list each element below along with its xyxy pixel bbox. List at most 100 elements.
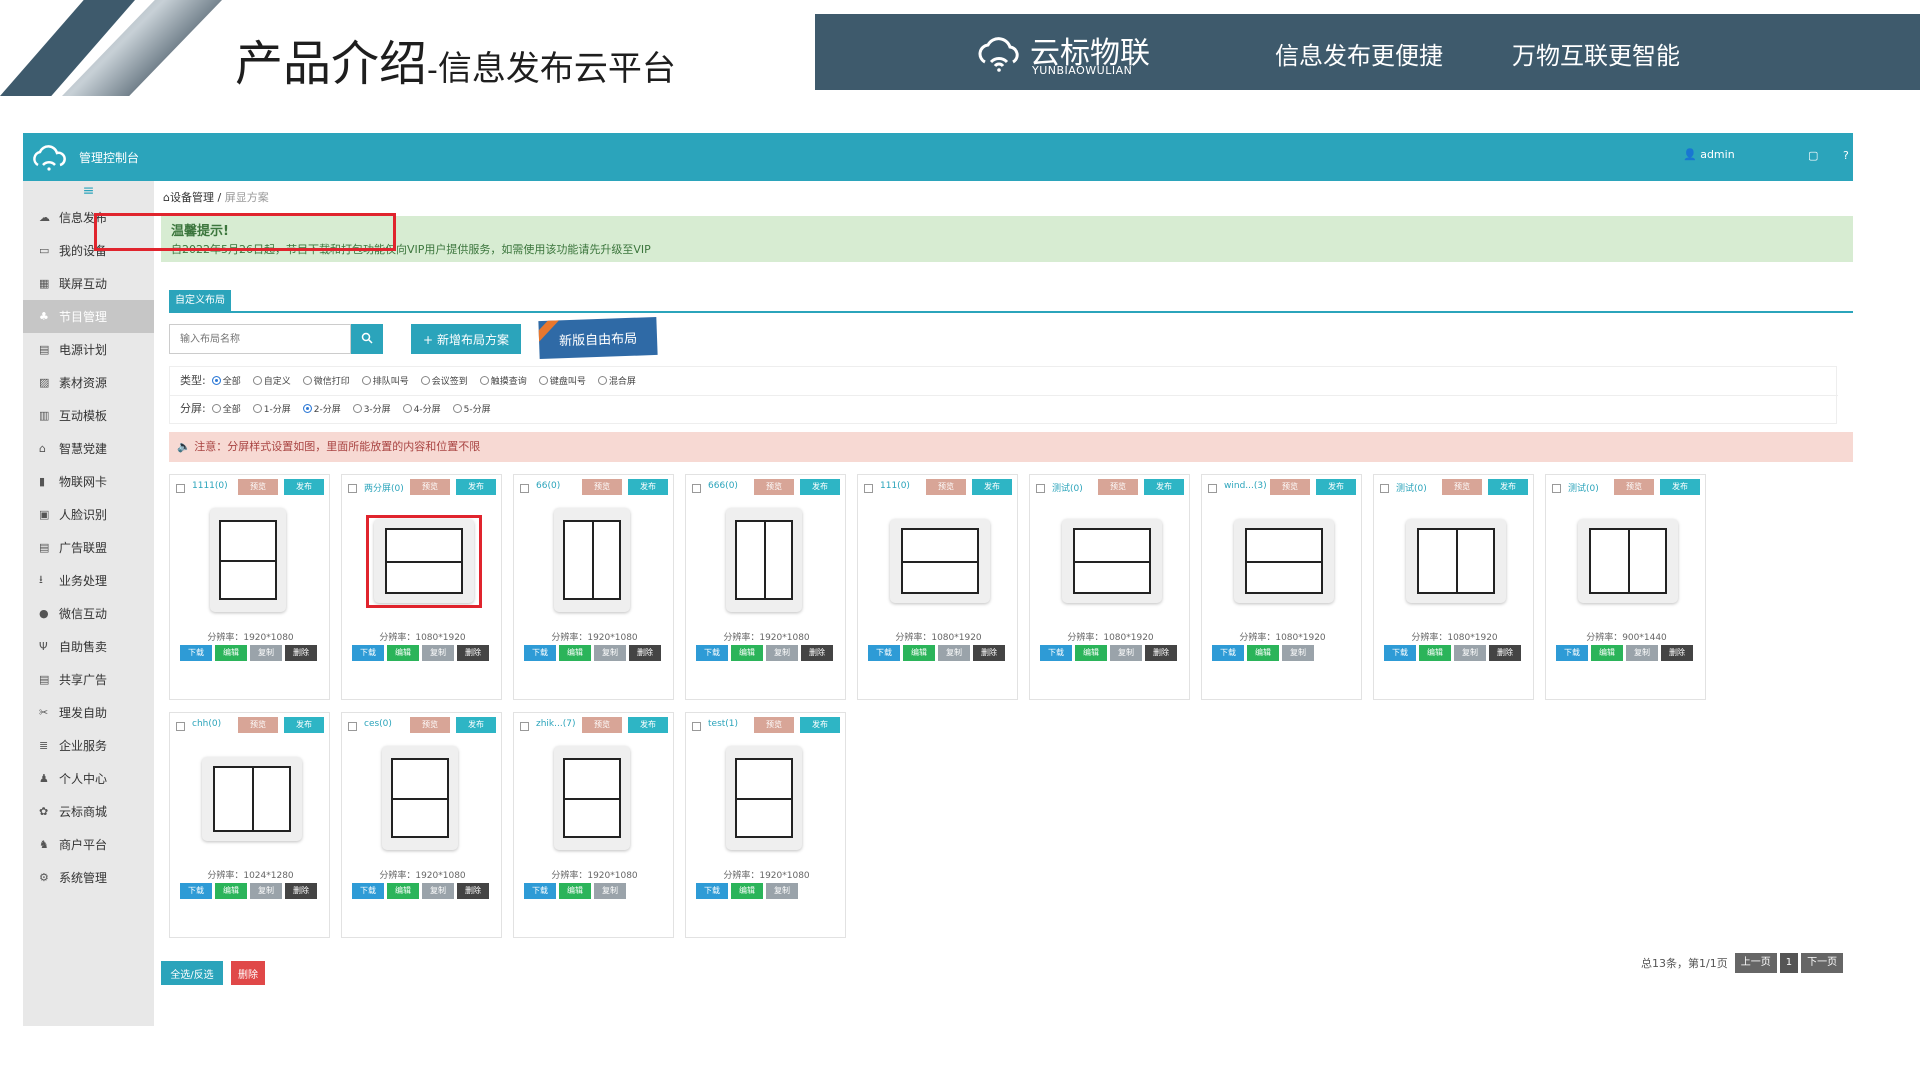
delete-button[interactable]: 删除 xyxy=(1145,645,1177,661)
layout-thumbnail[interactable] xyxy=(1578,519,1678,603)
split-radio[interactable]: 3-分屏 xyxy=(352,402,391,415)
edit-button[interactable]: 编辑 xyxy=(559,645,591,661)
download-button[interactable]: 下载 xyxy=(868,645,900,661)
split-radio[interactable]: 2-分屏 xyxy=(302,402,341,415)
download-button[interactable]: 下载 xyxy=(1556,645,1588,661)
copy-button[interactable]: 复制 xyxy=(422,883,454,899)
sidebar-item[interactable]: ▥ 互动模板 xyxy=(23,399,154,432)
page-number-button[interactable]: 1 xyxy=(1779,953,1799,973)
preview-button[interactable]: 预览 xyxy=(1270,479,1310,495)
delete-button[interactable]: 删除 xyxy=(457,883,489,899)
edit-button[interactable]: 编辑 xyxy=(1419,645,1451,661)
card-name[interactable]: ces(0) xyxy=(364,719,410,729)
download-button[interactable]: 下载 xyxy=(1040,645,1072,661)
sidebar-item[interactable]: ✂ 理发自助 xyxy=(23,696,154,729)
card-name[interactable]: test(1) xyxy=(708,719,754,729)
card-checkbox[interactable] xyxy=(864,484,873,493)
card-checkbox[interactable] xyxy=(520,722,529,731)
delete-button[interactable]: 删除 xyxy=(285,645,317,661)
download-button[interactable]: 下载 xyxy=(696,883,728,899)
preview-button[interactable]: 预览 xyxy=(1098,479,1138,495)
preview-button[interactable]: 预览 xyxy=(238,479,278,495)
card-name[interactable]: 666(0) xyxy=(708,481,754,491)
copy-button[interactable]: 复制 xyxy=(1454,645,1486,661)
sidebar-item[interactable]: ▤ 广告联盟 xyxy=(23,531,154,564)
preview-button[interactable]: 预览 xyxy=(1442,479,1482,495)
preview-button[interactable]: 预览 xyxy=(1614,479,1654,495)
edit-button[interactable]: 编辑 xyxy=(1247,645,1279,661)
copy-button[interactable]: 复制 xyxy=(1626,645,1658,661)
card-name[interactable]: 测试(0) xyxy=(1052,481,1098,494)
preview-button[interactable]: 预览 xyxy=(410,717,450,733)
publish-button[interactable]: 发布 xyxy=(1488,479,1528,495)
copy-button[interactable]: 复制 xyxy=(250,883,282,899)
download-button[interactable]: 下载 xyxy=(180,883,212,899)
menu-toggle-icon[interactable]: ≡ xyxy=(23,181,154,201)
next-page-button[interactable]: 下一页 xyxy=(1801,953,1844,973)
free-layout-button[interactable]: 新版自由布局 xyxy=(538,316,658,360)
layout-thumbnail[interactable] xyxy=(554,746,630,850)
card-checkbox[interactable] xyxy=(692,484,701,493)
edit-button[interactable]: 编辑 xyxy=(731,645,763,661)
card-name[interactable]: 1111(0) xyxy=(192,481,238,491)
layout-thumbnail[interactable] xyxy=(202,757,302,841)
publish-button[interactable]: 发布 xyxy=(284,717,324,733)
sidebar-item[interactable]: ▦ 联屏互动 xyxy=(23,267,154,300)
sidebar-item[interactable]: ♟ 个人中心 xyxy=(23,762,154,795)
sidebar-item[interactable]: Ψ 自助售卖 xyxy=(23,630,154,663)
message-icon[interactable]: ▢ xyxy=(1808,149,1818,162)
split-radio[interactable]: 4-分屏 xyxy=(402,402,441,415)
split-radio[interactable]: 5-分屏 xyxy=(452,402,491,415)
download-button[interactable]: 下载 xyxy=(1212,645,1244,661)
layout-thumbnail[interactable] xyxy=(726,746,802,850)
preview-button[interactable]: 预览 xyxy=(238,717,278,733)
sidebar-item[interactable]: ♞ 商户平台 xyxy=(23,828,154,861)
layout-thumbnail[interactable] xyxy=(1062,519,1162,603)
card-name[interactable]: 测试(0) xyxy=(1396,481,1442,494)
copy-button[interactable]: 复制 xyxy=(250,645,282,661)
preview-button[interactable]: 预览 xyxy=(410,479,450,495)
publish-button[interactable]: 发布 xyxy=(1660,479,1700,495)
card-checkbox[interactable] xyxy=(1208,484,1217,493)
download-button[interactable]: 下载 xyxy=(696,645,728,661)
card-name[interactable]: 两分屏(0) xyxy=(364,481,410,494)
copy-button[interactable]: 复制 xyxy=(594,645,626,661)
type-radio[interactable]: 键盘叫号 xyxy=(538,374,586,387)
card-checkbox[interactable] xyxy=(348,722,357,731)
edit-button[interactable]: 编辑 xyxy=(731,883,763,899)
type-radio[interactable]: 排队叫号 xyxy=(361,374,409,387)
card-checkbox[interactable] xyxy=(1380,484,1389,493)
download-button[interactable]: 下载 xyxy=(352,645,384,661)
sidebar-item[interactable]: ▨ 素材资源 xyxy=(23,366,154,399)
delete-button[interactable]: 删除 xyxy=(1661,645,1693,661)
card-checkbox[interactable] xyxy=(348,484,357,493)
card-checkbox[interactable] xyxy=(1036,484,1045,493)
layout-search-input[interactable] xyxy=(169,324,351,354)
sidebar-item[interactable]: ⚙ 系统管理 xyxy=(23,861,154,894)
copy-button[interactable]: 复制 xyxy=(422,645,454,661)
sidebar-item[interactable]: ▮ 物联网卡 xyxy=(23,465,154,498)
card-name[interactable]: wind...(3) xyxy=(1224,481,1270,491)
layout-thumbnail[interactable] xyxy=(890,519,990,603)
card-name[interactable]: 111(0) xyxy=(880,481,926,491)
delete-button[interactable]: 删除 xyxy=(801,645,833,661)
cloud-logo-icon[interactable] xyxy=(31,139,67,173)
edit-button[interactable]: 编辑 xyxy=(1075,645,1107,661)
edit-button[interactable]: 编辑 xyxy=(387,645,419,661)
card-checkbox[interactable] xyxy=(692,722,701,731)
tab-custom-layout[interactable]: 自定义布局 xyxy=(169,290,231,312)
sidebar-item[interactable]: ▣ 人脸识别 xyxy=(23,498,154,531)
publish-button[interactable]: 发布 xyxy=(284,479,324,495)
sidebar-item[interactable]: ⌂ 智慧党建 xyxy=(23,432,154,465)
sidebar-item[interactable]: ≣ 企业服务 xyxy=(23,729,154,762)
edit-button[interactable]: 编辑 xyxy=(215,883,247,899)
download-button[interactable]: 下载 xyxy=(352,883,384,899)
sidebar-item[interactable]: ✿ 云标商城 xyxy=(23,795,154,828)
preview-button[interactable]: 预览 xyxy=(582,479,622,495)
delete-button[interactable]: 删除 xyxy=(629,645,661,661)
edit-button[interactable]: 编辑 xyxy=(903,645,935,661)
edit-button[interactable]: 编辑 xyxy=(215,645,247,661)
prev-page-button[interactable]: 上一页 xyxy=(1734,953,1777,973)
sidebar-item[interactable]: ● 微信互动 xyxy=(23,597,154,630)
download-button[interactable]: 下载 xyxy=(524,883,556,899)
